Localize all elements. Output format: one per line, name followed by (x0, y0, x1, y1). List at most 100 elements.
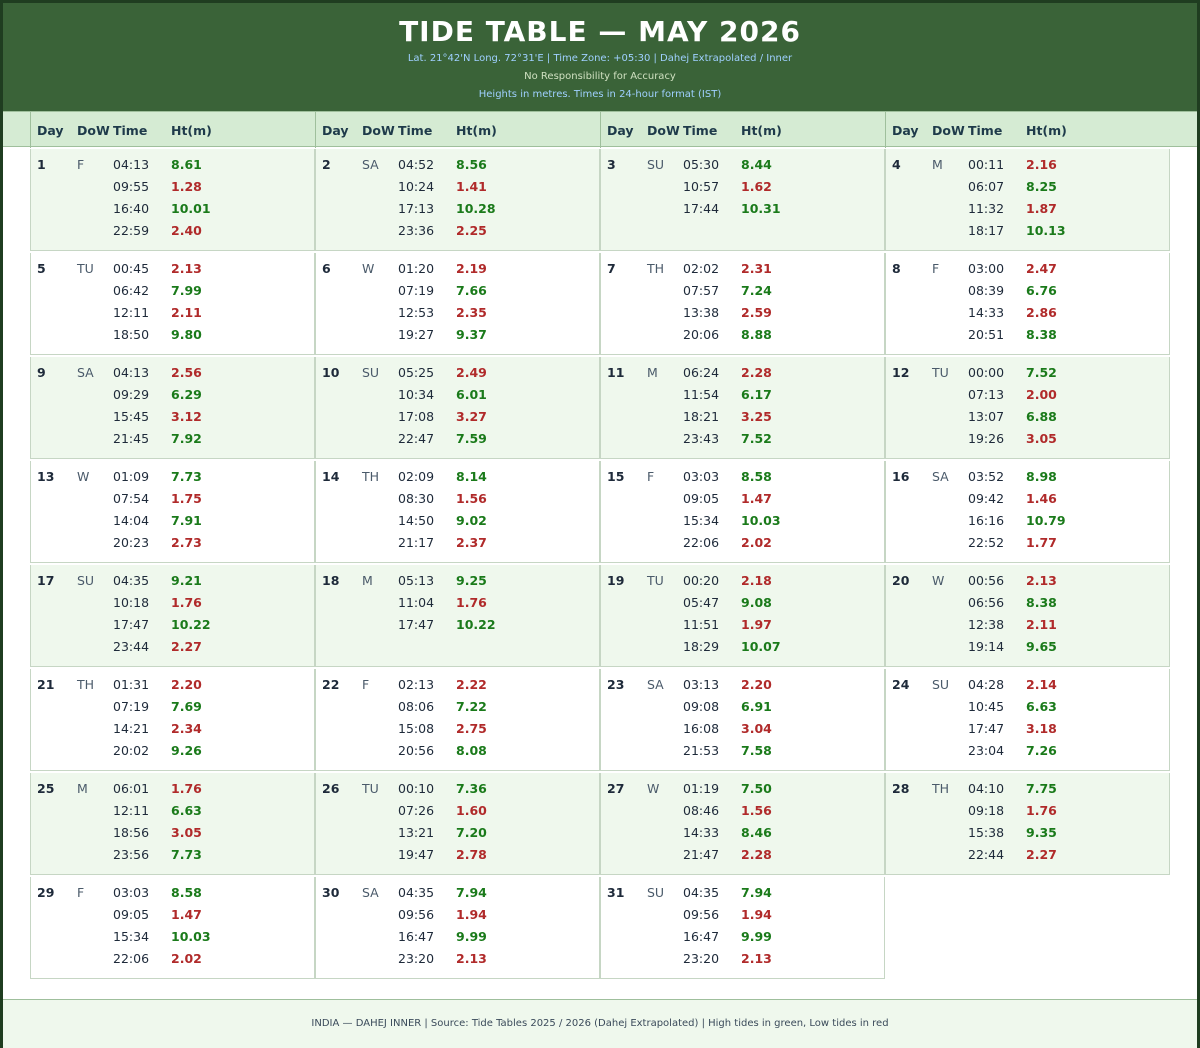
tide-time: 10:18 (113, 595, 150, 610)
tide-row: 01:19 7.50 (601, 781, 884, 803)
day-cell: 20 W 00:56 2.13 06:56 8.38 12:38 2.11 19:14 9.65 (885, 565, 1170, 667)
low-tide-height: 2.59 (741, 305, 772, 320)
tide-row: 11:51 1.97 (601, 617, 884, 639)
column-header-height: Ht(m) (741, 123, 782, 138)
high-tide-height: 6.29 (171, 387, 202, 402)
day-cell: 5 TU 00:45 2.13 06:42 7.99 12:11 2.11 18:50 9.80 (30, 253, 315, 355)
low-tide-height: 2.56 (171, 365, 202, 380)
tide-time: 06:42 (113, 283, 150, 298)
day-cell: 16 SA 03:52 8.98 09:42 1.46 16:16 10.79 22:52 1.7… (885, 461, 1170, 563)
high-tide-height: 7.69 (171, 699, 202, 714)
high-tide-height: 7.66 (456, 283, 487, 298)
day-cell: 12 TU 00:00 7.52 07:13 2.00 13:07 6.88 19:26 3.05 (885, 357, 1170, 459)
low-tide-height: 3.18 (1026, 721, 1057, 736)
high-tide-height: 8.25 (1026, 179, 1057, 194)
tide-row: 04:13 8.61 (31, 157, 314, 179)
high-tide-height: 7.75 (1026, 781, 1057, 796)
low-tide-height: 2.02 (171, 951, 202, 966)
low-tide-height: 2.35 (456, 305, 487, 320)
tide-time: 09:42 (968, 491, 1005, 506)
high-tide-height: 7.52 (741, 431, 772, 446)
tide-time: 11:04 (398, 595, 435, 610)
low-tide-height: 2.28 (741, 365, 772, 380)
tide-row: 09:05 1.47 (601, 491, 884, 513)
tide-time: 17:47 (968, 721, 1005, 736)
column-group-3: Day DoW Time Ht(m) (600, 112, 885, 148)
high-tide-height: 7.58 (741, 743, 772, 758)
tide-row: 07:54 1.75 (31, 491, 314, 513)
tide-time: 00:10 (398, 781, 435, 796)
low-tide-height: 1.97 (741, 617, 772, 632)
tide-time: 03:13 (683, 677, 720, 692)
tide-time: 21:45 (113, 431, 150, 446)
tide-row: 16:08 3.04 (601, 721, 884, 743)
tide-time: 20:23 (113, 535, 150, 550)
high-tide-height: 10.03 (171, 929, 211, 944)
column-header-height: Ht(m) (171, 123, 212, 138)
tide-row: 09:56 1.94 (316, 907, 599, 929)
tide-row: 15:38 9.35 (886, 825, 1169, 847)
low-tide-height: 2.02 (741, 535, 772, 550)
tide-row: 17:47 10.22 (316, 617, 599, 639)
tide-time: 23:20 (683, 951, 720, 966)
column-header-time: Time (683, 123, 718, 138)
tide-row: 00:20 2.18 (601, 573, 884, 595)
low-tide-height: 1.76 (171, 595, 202, 610)
tide-row: 16:40 10.01 (31, 201, 314, 223)
tide-time: 16:08 (683, 721, 720, 736)
units-note: Heights in metres. Times in 24-hour form… (478, 89, 722, 100)
tide-time: 11:51 (683, 617, 720, 632)
tide-time: 06:01 (113, 781, 150, 796)
low-tide-height: 1.56 (741, 803, 772, 818)
tide-row: 00:00 7.52 (886, 365, 1169, 387)
low-tide-height: 3.27 (456, 409, 487, 424)
high-tide-height: 7.99 (171, 283, 202, 298)
high-tide-height: 10.13 (1026, 223, 1066, 238)
tide-time: 14:04 (113, 513, 150, 528)
tide-time: 18:56 (113, 825, 150, 840)
tide-time: 10:34 (398, 387, 435, 402)
low-tide-height: 1.56 (456, 491, 487, 506)
tide-time: 20:51 (968, 327, 1005, 342)
tide-row: 00:56 2.13 (886, 573, 1169, 595)
high-tide-height: 7.50 (741, 781, 772, 796)
low-tide-height: 1.47 (741, 491, 772, 506)
tide-row: 11:32 1.87 (886, 201, 1169, 223)
tide-row: 18:21 3.25 (601, 409, 884, 431)
low-tide-height: 2.13 (456, 951, 487, 966)
tide-time: 23:04 (968, 743, 1005, 758)
tide-time: 02:02 (683, 261, 720, 276)
day-cell: 19 TU 00:20 2.18 05:47 9.08 11:51 1.97 18:29 10.0… (600, 565, 885, 667)
column-group-2: Day DoW Time Ht(m) (315, 112, 600, 148)
tide-time: 18:29 (683, 639, 720, 654)
high-tide-height: 10.07 (741, 639, 781, 654)
high-tide-height: 7.36 (456, 781, 487, 796)
tide-time: 09:05 (683, 491, 720, 506)
tide-time: 21:47 (683, 847, 720, 862)
tide-time: 09:05 (113, 907, 150, 922)
low-tide-height: 3.04 (741, 721, 772, 736)
day-cell: 2 SA 04:52 8.56 10:24 1.41 17:13 10.28 23:36 2.25 (315, 149, 600, 251)
tide-time: 11:54 (683, 387, 720, 402)
tide-row: 19:47 2.78 (316, 847, 599, 869)
tide-row: 10:18 1.76 (31, 595, 314, 617)
tide-row: 21:47 2.28 (601, 847, 884, 869)
high-tide-height: 7.24 (741, 283, 772, 298)
tide-row: 23:04 7.26 (886, 743, 1169, 765)
high-tide-height: 9.02 (456, 513, 487, 528)
disclaimer: No Responsibility for Accuracy (524, 71, 676, 82)
high-tide-height: 6.63 (171, 803, 202, 818)
tide-row: 14:50 9.02 (316, 513, 599, 535)
tide-row: 05:13 9.25 (316, 573, 599, 595)
tide-time: 04:10 (968, 781, 1005, 796)
tide-row: 19:27 9.37 (316, 327, 599, 349)
tide-time: 09:29 (113, 387, 150, 402)
tide-row: 13:38 2.59 (601, 305, 884, 327)
low-tide-height: 2.14 (1026, 677, 1057, 692)
high-tide-height: 7.59 (456, 431, 487, 446)
low-tide-height: 2.00 (1026, 387, 1057, 402)
tide-row: 13:21 7.20 (316, 825, 599, 847)
tide-row: 08:30 1.56 (316, 491, 599, 513)
low-tide-height: 1.77 (1026, 535, 1057, 550)
high-tide-height: 7.52 (1026, 365, 1057, 380)
